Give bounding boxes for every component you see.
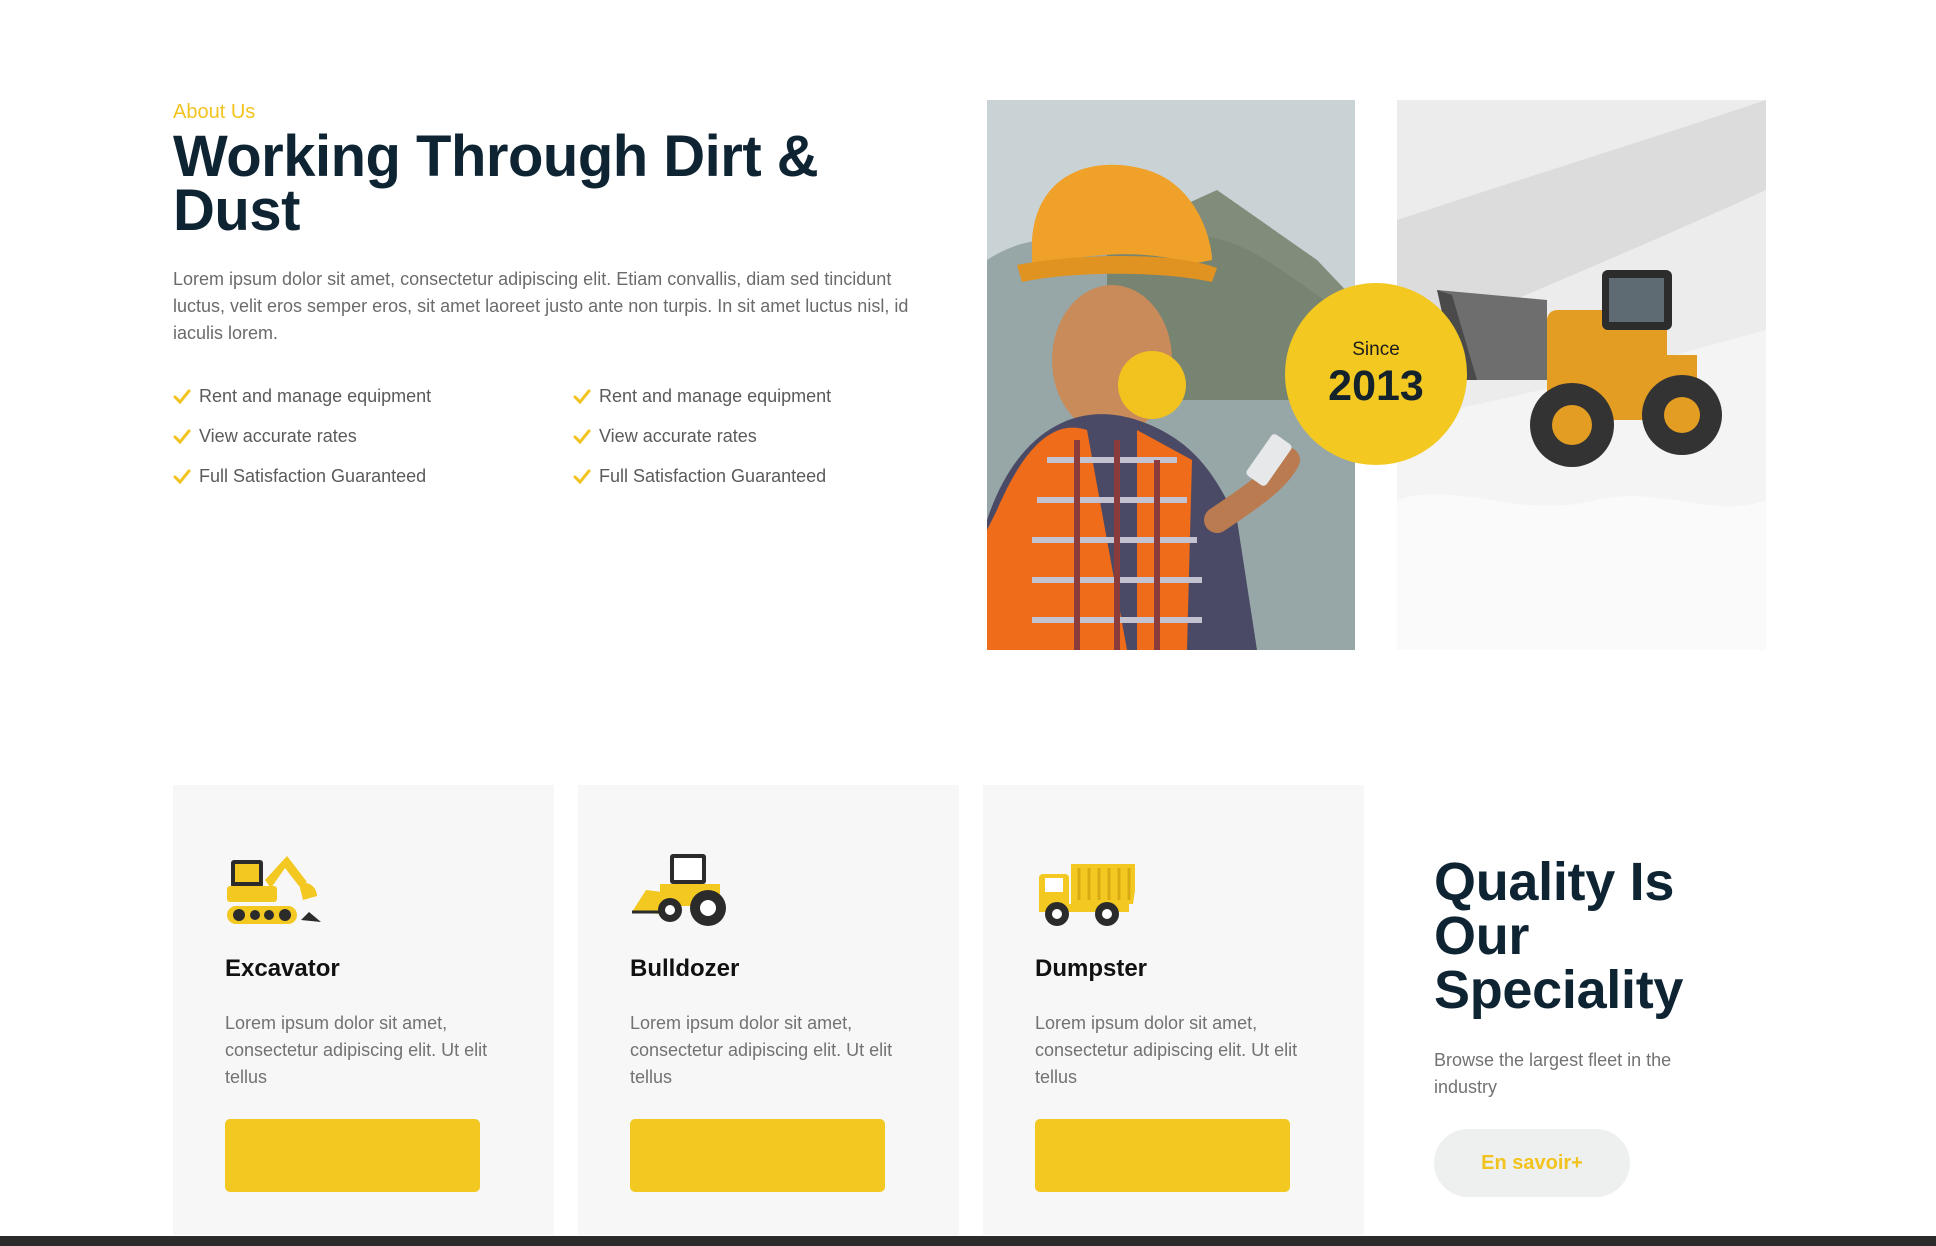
- quality-heading: Quality Is Our Speciality: [1434, 852, 1684, 1020]
- card-title: Bulldozer: [630, 955, 740, 982]
- card-description: Lorem ipsum dolor sit amet, consectetur …: [1035, 1013, 1298, 1087]
- checklist-item: View accurate rates: [173, 423, 573, 450]
- equipment-card-bulldozer: Bulldozer Lorem ipsum dolor sit amet, co…: [578, 785, 959, 1235]
- about-section: About Us Working Through Dirt & Dust Lor…: [173, 100, 933, 490]
- checkmark-icon: [173, 429, 191, 444]
- checklist-label: Rent and manage equipment: [599, 386, 832, 406]
- checkmark-icon: [573, 389, 591, 404]
- checklist-item: Full Satisfaction Guaranteed: [573, 463, 933, 490]
- checkmark-icon: [573, 429, 591, 444]
- bottom-bar: [0, 1236, 1936, 1246]
- card-description: Lorem ipsum dolor sit amet, consectetur …: [225, 1013, 488, 1087]
- checklist-item: Rent and manage equipment: [573, 383, 933, 410]
- card-title: Dumpster: [1035, 955, 1148, 982]
- checkmark-icon: [173, 389, 191, 404]
- card-button[interactable]: [630, 1119, 885, 1192]
- about-heading: Working Through Dirt & Dust: [173, 124, 819, 243]
- page: { "about": { "eyebrow": "About Us", "hea…: [0, 0, 1936, 1246]
- feature-checklist: Rent and manage equipment Rent and manag…: [173, 383, 933, 490]
- checkmark-icon: [173, 469, 191, 484]
- quality-subtitle: Browse the largest fleet in the industry: [1434, 1050, 1672, 1097]
- checklist-label: Rent and manage equipment: [199, 386, 432, 406]
- checklist-label: View accurate rates: [199, 426, 357, 446]
- learn-more-button[interactable]: En savoir+: [1434, 1129, 1630, 1197]
- section-eyebrow: About Us: [173, 101, 256, 123]
- checklist-label: View accurate rates: [599, 426, 757, 446]
- dump-truck-icon: [1039, 864, 1135, 926]
- since-label: Since: [1352, 339, 1400, 360]
- card-button[interactable]: [1035, 1119, 1290, 1192]
- about-paragraph: Lorem ipsum dolor sit amet, consectetur …: [173, 269, 909, 343]
- card-button[interactable]: [225, 1119, 480, 1192]
- card-title: Excavator: [225, 955, 340, 982]
- card-description: Lorem ipsum dolor sit amet, consectetur …: [630, 1013, 893, 1087]
- since-year: 2013: [1328, 362, 1424, 410]
- checklist-label: Full Satisfaction Guaranteed: [199, 466, 427, 486]
- excavator-icon: [227, 856, 321, 924]
- checklist-item: View accurate rates: [573, 423, 933, 450]
- bulldozer-icon: [632, 854, 726, 926]
- checklist-item: Rent and manage equipment: [173, 383, 573, 410]
- equipment-card-dumpster: Dumpster Lorem ipsum dolor sit amet, con…: [983, 785, 1364, 1235]
- since-badge: Since 2013: [1285, 283, 1467, 465]
- checklist-label: Full Satisfaction Guaranteed: [599, 466, 827, 486]
- equipment-card-excavator: Excavator Lorem ipsum dolor sit amet, co…: [173, 785, 554, 1235]
- checklist-item: Full Satisfaction Guaranteed: [173, 463, 573, 490]
- checkmark-icon: [573, 469, 591, 484]
- quality-section: Quality Is Our Speciality Browse the lar…: [1434, 855, 1764, 1197]
